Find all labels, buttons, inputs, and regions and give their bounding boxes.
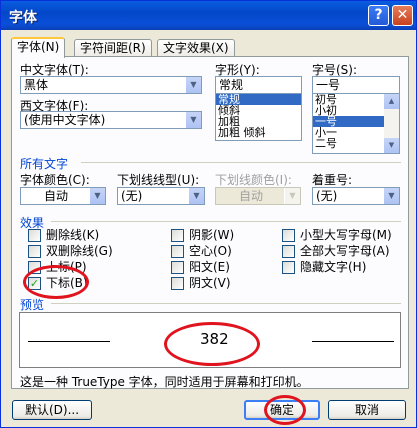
font-color-label: 字体颜色(C): [20, 173, 90, 187]
superscript-checkbox[interactable]: 上标(P) [28, 261, 87, 275]
checkbox-label: 下标(B) [46, 276, 88, 290]
west-font-value: (使用中文字体) [24, 113, 106, 127]
checkbox-box[interactable] [28, 245, 41, 258]
west-font-select[interactable]: (使用中文字体) ▼ [20, 111, 202, 129]
chevron-down-icon[interactable]: ▼ [89, 188, 105, 204]
emphasis-select[interactable]: (无) ▼ [312, 187, 400, 205]
checkbox-box[interactable] [282, 229, 295, 242]
list-item[interactable]: 加粗 倾斜 [216, 127, 301, 138]
checkbox-label: 删除线(K) [46, 228, 100, 242]
strikethrough-checkbox[interactable]: 删除线(K) [28, 229, 99, 243]
preview-box: 382 [19, 312, 401, 368]
emboss-checkbox[interactable]: 阳文(E) [171, 261, 230, 275]
checkbox-box[interactable] [28, 229, 41, 242]
small-caps-checkbox[interactable]: 小型大写字母(M) [282, 229, 392, 243]
checkbox-box[interactable] [171, 261, 184, 274]
preview-baseline [28, 341, 110, 342]
emphasis-label: 着重号: [312, 173, 353, 187]
tab-font[interactable]: 字体(N) [11, 37, 66, 58]
checkbox-label: 小型大写字母(M) [300, 228, 392, 242]
scroll-up-icon[interactable]: ▲ [384, 94, 399, 109]
size-input[interactable]: 一号 [312, 76, 400, 94]
tab-text-effects[interactable]: 文字效果(X) [157, 39, 235, 57]
checkbox-box[interactable] [28, 261, 41, 274]
underline-style-label: 下划线线型(U): [117, 173, 200, 187]
checkbox-box[interactable] [171, 277, 184, 290]
checkbox-label: 空心(O) [189, 244, 232, 258]
chevron-down-icon[interactable]: ▼ [383, 188, 399, 204]
engrave-checkbox[interactable]: 阴文(V) [171, 277, 231, 291]
window-title: 字体 [9, 10, 37, 26]
default-button[interactable]: 默认(D)... [12, 400, 92, 420]
check-icon[interactable]: ✓ [28, 277, 41, 290]
size-list[interactable]: 初号 小初 一号 小一 二号 ▲ ▼ [312, 93, 400, 154]
underline-color-value: 自动 [239, 189, 264, 203]
emphasis-value: (无) [316, 189, 338, 203]
ok-button[interactable]: 确定 [244, 400, 320, 420]
checkbox-label: 全部大写字母(A) [300, 244, 390, 258]
checkbox-label: 上标(P) [46, 260, 87, 274]
cn-font-select[interactable]: 黑体 ▼ [20, 76, 202, 94]
close-icon[interactable]: ✕ [392, 5, 413, 26]
checkbox-label: 阳文(E) [189, 260, 230, 274]
section-divider [81, 162, 401, 163]
section-divider [51, 303, 401, 304]
font-dialog: 字体 ? ✕ 字体(N) 字符间距(R) 文字效果(X) 中文字体(T): 黑体… [0, 0, 417, 428]
tab-character-spacing[interactable]: 字符间距(R) [74, 39, 152, 57]
cancel-button[interactable]: 取消 [328, 400, 406, 420]
checkbox-box[interactable] [171, 245, 184, 258]
checkbox-label: 双删除线(G) [46, 244, 113, 258]
font-color-select[interactable]: 自动 ▼ [20, 187, 106, 205]
checkbox-label: 阴影(W) [189, 228, 235, 242]
scrollbar[interactable]: ▲ ▼ [384, 94, 399, 153]
preview-baseline [312, 341, 394, 342]
chevron-down-icon[interactable]: ▼ [185, 77, 201, 93]
section-divider [51, 221, 401, 222]
chevron-down-icon[interactable]: ▼ [185, 112, 201, 128]
checkbox-label: 阴文(V) [189, 276, 231, 290]
underline-style-value: (无) [121, 189, 143, 203]
help-icon[interactable]: ? [368, 5, 389, 26]
scroll-down-icon[interactable]: ▼ [384, 138, 399, 153]
shadow-checkbox[interactable]: 阴影(W) [171, 229, 234, 243]
double-strikethrough-checkbox[interactable]: 双删除线(G) [28, 245, 113, 259]
cn-font-value: 黑体 [24, 78, 49, 92]
checkbox-box[interactable] [282, 261, 295, 274]
underline-color-label: 下划线颜色(I): [215, 173, 292, 187]
subscript-checkbox[interactable]: ✓ 下标(B) [28, 277, 88, 291]
preview-sample-text: 382 [200, 330, 229, 348]
chevron-down-icon: ▼ [284, 188, 300, 204]
underline-color-select: 自动 ▼ [215, 187, 301, 205]
underline-style-select[interactable]: (无) ▼ [117, 187, 205, 205]
style-input[interactable]: 常规 [215, 76, 302, 94]
checkbox-label: 隐藏文字(H) [300, 260, 367, 274]
checkbox-box[interactable] [171, 229, 184, 242]
all-caps-checkbox[interactable]: 全部大写字母(A) [282, 245, 390, 259]
chevron-down-icon[interactable]: ▼ [188, 188, 204, 204]
font-color-value: 自动 [44, 189, 69, 203]
style-list[interactable]: 常规 倾斜 加粗 加粗 倾斜 [215, 93, 302, 141]
all-text-section-label: 所有文字 [20, 157, 69, 171]
preview-note: 这是一种 TrueType 字体，同时适用于屏幕和打印机。 [20, 375, 309, 389]
preview-section-label: 预览 [20, 298, 45, 312]
hidden-text-checkbox[interactable]: 隐藏文字(H) [282, 261, 366, 275]
outline-checkbox[interactable]: 空心(O) [171, 245, 232, 259]
title-bar[interactable]: 字体 ? ✕ [1, 1, 416, 30]
checkbox-box[interactable] [282, 245, 295, 258]
